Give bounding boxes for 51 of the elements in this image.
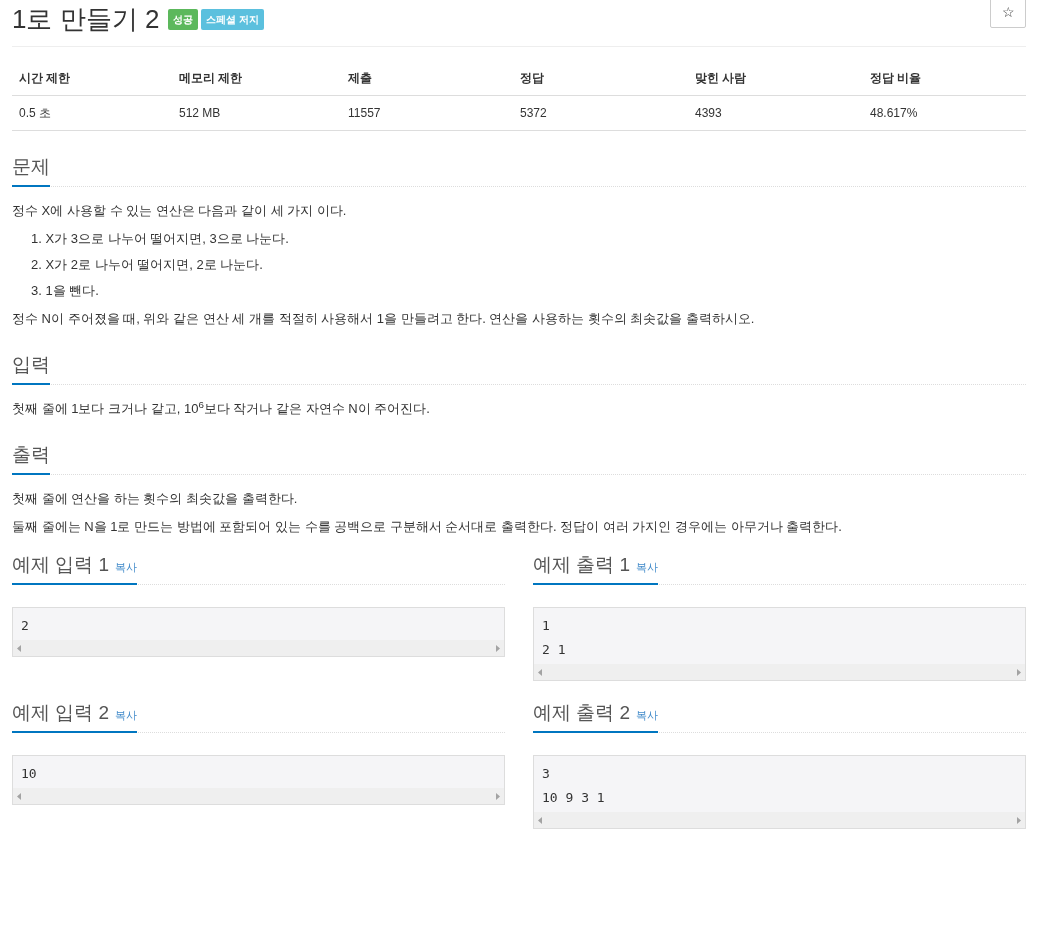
copy-link[interactable]: 복사 <box>636 707 659 724</box>
sample-text: 3 10 9 3 1 <box>541 765 606 807</box>
scroll-right-icon[interactable] <box>1017 816 1021 824</box>
column-header: 정답 <box>519 70 545 87</box>
horizontal-scrollbar[interactable] <box>534 812 1025 828</box>
status-badge: 스페셜 저지 <box>201 9 265 30</box>
table-cell-text: 11557 <box>347 105 382 122</box>
list-item: 1. X가 3으로 나누어 떨어지면, 3으로 나눈다. <box>31 230 290 248</box>
table-cell-text: 4393 <box>694 105 723 122</box>
sample-text: 2 <box>20 617 30 635</box>
copy-link[interactable]: 복사 <box>115 707 138 724</box>
section-heading: 문제 <box>12 155 50 179</box>
column-header: 메모리 제한 <box>178 70 244 87</box>
section-heading: 예제 입력 2 <box>12 701 110 725</box>
scroll-right-icon[interactable] <box>496 792 500 800</box>
sample-text: 10 <box>20 765 38 783</box>
section-heading: 예제 출력 2 <box>533 701 631 725</box>
section-heading: 예제 출력 1 <box>533 553 631 577</box>
paragraph: 첫째 줄에 1보다 크거나 같고, 10$^{6}$보다 작거나 같은 자연수 N이 주어진다. <box>12 399 431 418</box>
paragraph: 정수 N이 주어졌을 때, 위와 같은 연산 세 개를 적절히 사용해서 1을 만들려고 한다. 연산을 사용하는 횟수의 최솟값을 출력하시오. <box>12 310 756 328</box>
table-cell-text: 48.617% <box>869 105 919 122</box>
table-cell-text: 0.5 초 <box>18 105 52 122</box>
horizontal-scrollbar[interactable] <box>13 640 504 656</box>
favorite-star-button[interactable]: ☆ <box>990 0 1026 28</box>
column-header: 맞힌 사람 <box>694 70 748 87</box>
scroll-left-icon[interactable] <box>538 668 542 676</box>
scroll-left-icon[interactable] <box>17 644 21 652</box>
table-cell-text: 5372 <box>519 105 548 122</box>
paragraph: 첫째 줄에 연산을 하는 횟수의 최솟값을 출력한다. <box>12 490 299 508</box>
table-cell-text: 512 MB <box>178 105 222 122</box>
column-header: 제출 <box>347 70 373 87</box>
section-heading: 출력 <box>12 443 50 467</box>
paragraph: 정수 X에 사용할 수 있는 연산은 다음과 같이 세 가지 이다. <box>12 202 348 220</box>
copy-link[interactable]: 복사 <box>115 559 138 576</box>
page-title: 1로 만들기 2 <box>12 3 160 36</box>
paragraph: 둘째 줄에는 N을 1로 만드는 방법에 포함되어 있는 수를 공백으로 구분해서 순서대로 출력한다. 정답이 여러 가지인 경우에는 아무거나 출력한다. <box>12 518 843 536</box>
list-item: 2. X가 2로 나누어 떨어지면, 2로 나눈다. <box>31 256 264 274</box>
section-heading: 예제 입력 1 <box>12 553 110 577</box>
column-header: 시간 제한 <box>18 70 72 87</box>
list-item: 3. 1을 뺀다. <box>31 282 100 300</box>
section-heading: 입력 <box>12 353 50 377</box>
scroll-left-icon[interactable] <box>538 816 542 824</box>
copy-link[interactable]: 복사 <box>636 559 659 576</box>
status-badge: 성공 <box>168 9 199 30</box>
scroll-left-icon[interactable] <box>17 792 21 800</box>
sample-text: 1 2 1 <box>541 617 567 659</box>
scroll-right-icon[interactable] <box>496 644 500 652</box>
horizontal-scrollbar[interactable] <box>13 788 504 804</box>
column-header: 정답 비율 <box>869 70 923 87</box>
horizontal-scrollbar[interactable] <box>534 664 1025 680</box>
scroll-right-icon[interactable] <box>1017 668 1021 676</box>
